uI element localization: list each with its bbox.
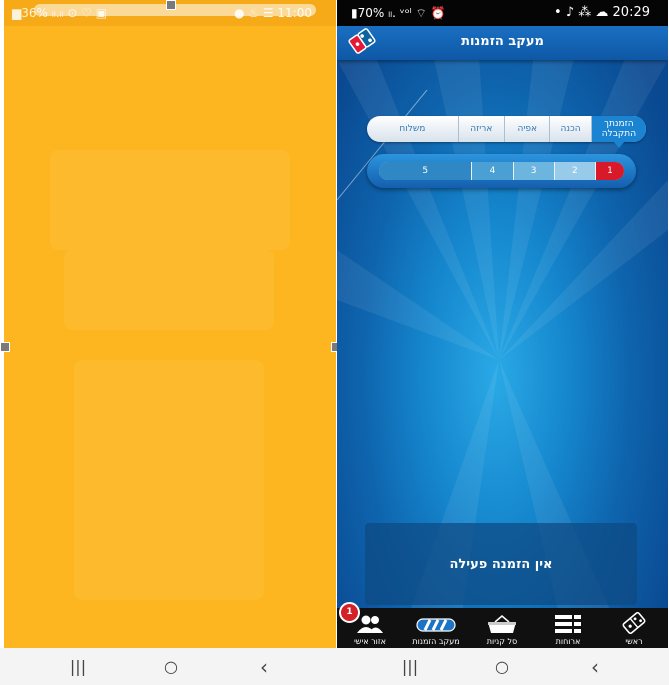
right-status-bar: ▮70% ₗₗ. ᵛᵒˡ ⌔ ⏰ • ♪ ⁂ ☁ 20:29 bbox=[337, 0, 668, 26]
order-progress: 5 4 3 2 1 bbox=[367, 154, 636, 188]
nav-home[interactable]: ראשי bbox=[601, 608, 667, 648]
right-status-right: • ♪ ⁂ ☁ 20:29 bbox=[554, 5, 650, 20]
recent-apps-button-right[interactable]: ||| bbox=[400, 657, 420, 677]
system-navigation-bar: ||| ○ ‹ ||| ○ ‹ bbox=[0, 648, 669, 685]
bottom-navigation: 1 אזור אישי מעקב הזמנות סל קניות ארוחות … bbox=[337, 602, 668, 648]
step-received: הזמנתך התקבלה bbox=[590, 116, 647, 148]
nav-meals[interactable]: ארוחות bbox=[535, 608, 601, 648]
recent-apps-button[interactable]: ||| bbox=[68, 657, 88, 677]
nav-order-tracking[interactable]: מעקב הזמנות bbox=[403, 608, 469, 648]
progress-segment-3: 3 bbox=[512, 162, 554, 180]
selection-handle bbox=[166, 0, 176, 10]
step-delivery: משלוח bbox=[399, 124, 426, 134]
nav-personal-area[interactable]: 1 אזור אישי bbox=[337, 602, 403, 648]
nav-shopping-cart[interactable]: סל קניות bbox=[469, 608, 535, 648]
no-active-order-message: אין הזמנה פעילה bbox=[365, 523, 637, 605]
home-button[interactable]: ○ bbox=[161, 657, 181, 677]
app-header: מעקב הזמנות bbox=[337, 26, 668, 60]
faint-shape bbox=[50, 150, 290, 250]
dominos-logo-icon bbox=[622, 611, 646, 635]
page-title: מעקב הזמנות bbox=[461, 34, 544, 49]
progress-segment-2: 2 bbox=[553, 162, 595, 180]
home-button-right[interactable]: ○ bbox=[492, 657, 512, 677]
progress-segment-4: 4 bbox=[471, 162, 513, 180]
faint-shape bbox=[64, 250, 274, 330]
faint-shape bbox=[74, 360, 264, 600]
basket-icon bbox=[488, 615, 516, 633]
tracking-bar-icon bbox=[416, 618, 456, 632]
nav-label: אזור אישי bbox=[354, 637, 386, 646]
nav-label: ארוחות bbox=[555, 637, 581, 646]
right-screen: ▮70% ₗₗ. ᵛᵒˡ ⌔ ⏰ • ♪ ⁂ ☁ 20:29 מעקב הזמנ… bbox=[337, 0, 668, 648]
step-preparing: הכנה bbox=[549, 116, 590, 142]
progress-segment-1: 1 bbox=[594, 162, 624, 180]
nav-label: מעקב הזמנות bbox=[412, 637, 460, 646]
people-icon bbox=[357, 615, 383, 633]
nav-label: ראשי bbox=[625, 637, 643, 646]
step-packing: אריזה bbox=[457, 116, 504, 142]
step-baking: אפיה bbox=[504, 116, 549, 142]
back-button-right[interactable]: ‹ bbox=[585, 657, 605, 677]
menu-list-icon bbox=[555, 615, 581, 633]
selection-handle bbox=[0, 342, 10, 352]
order-steps: משלוח אריזה אפיה הכנה הזמנתך התקבלה bbox=[367, 116, 647, 148]
right-status-left: ▮70% ₗₗ. ᵛᵒˡ ⌔ ⏰ bbox=[351, 6, 446, 20]
back-button[interactable]: ‹ bbox=[254, 657, 274, 677]
progress-segment-5: 5 bbox=[379, 162, 472, 180]
nav-label: סל קניות bbox=[486, 637, 518, 646]
left-screen: ▆36% ₗₗ.ₗₗ ⊙ ♡ ▣ ● ♨ ☰ 11:00 bbox=[4, 0, 336, 648]
